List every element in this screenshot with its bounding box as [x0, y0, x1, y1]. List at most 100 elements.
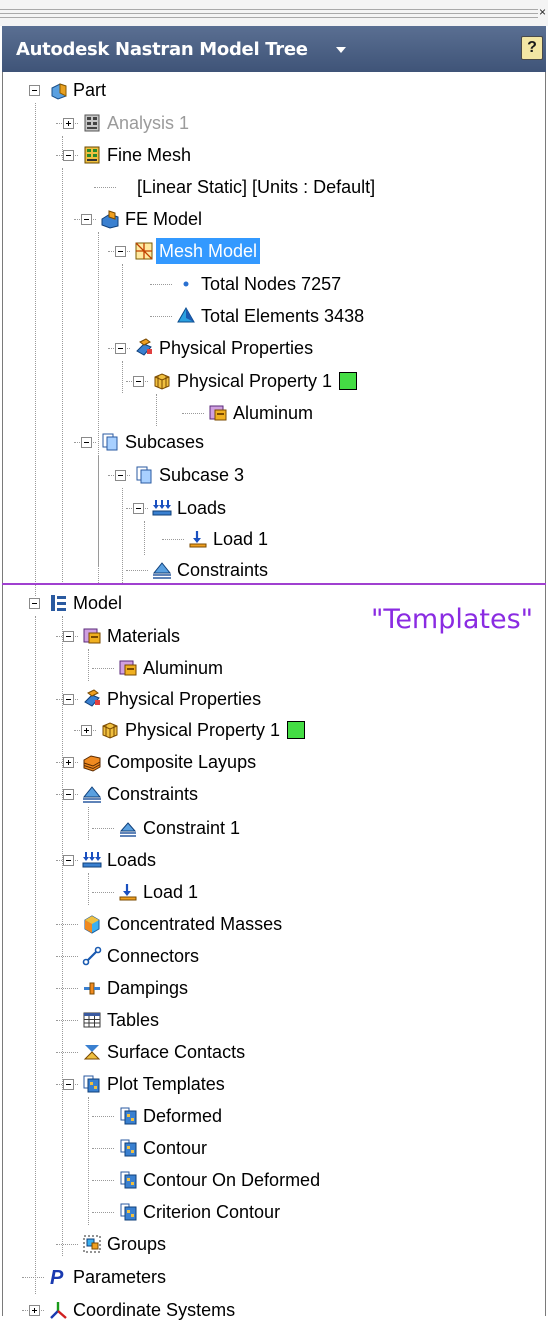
tree-node-label[interactable]: Composite Layups: [104, 749, 259, 775]
tree-node[interactable]: Connectors: [82, 941, 202, 971]
tree-node-label[interactable]: Load 1: [140, 879, 201, 905]
tree-node[interactable]: [Linear Static] [Units : Default]: [120, 172, 378, 202]
tree-node[interactable]: Composite Layups: [82, 747, 259, 777]
tree-node-label[interactable]: Subcases: [122, 429, 207, 455]
tree-node[interactable]: Load 1: [188, 524, 271, 554]
tree-node-label[interactable]: Coordinate Systems: [70, 1297, 238, 1323]
tree-node[interactable]: Constraints: [152, 555, 271, 585]
collapse-toggle[interactable]: [133, 376, 144, 387]
tree-node[interactable]: Aluminum: [208, 398, 316, 428]
tree-node[interactable]: Mesh Model: [134, 236, 261, 266]
tree-node-label[interactable]: Groups: [104, 1231, 169, 1257]
collapse-toggle[interactable]: [115, 343, 126, 354]
tree-node[interactable]: Physical Property 1: [100, 715, 306, 745]
tree-node-label[interactable]: Mesh Model: [156, 238, 261, 264]
collapse-toggle[interactable]: [63, 631, 74, 642]
tree-node-label[interactable]: Materials: [104, 623, 183, 649]
tree-node-label[interactable]: Total Elements 3438: [198, 303, 367, 329]
expand-toggle[interactable]: [63, 118, 74, 129]
tree-node[interactable]: Total Nodes 7257: [176, 269, 344, 299]
tree-node-label[interactable]: Model: [70, 590, 125, 616]
collapse-toggle[interactable]: [63, 150, 74, 161]
tree-node[interactable]: Constraints: [82, 779, 201, 809]
tree-node[interactable]: Tables: [82, 1005, 162, 1035]
tree-node[interactable]: Criterion Contour: [118, 1197, 283, 1227]
tree-node[interactable]: Constraint 1: [118, 813, 243, 843]
tree-node[interactable]: Contour On Deformed: [118, 1165, 323, 1195]
tree-node-label[interactable]: Subcase 3: [156, 462, 247, 488]
collapse-toggle[interactable]: [29, 85, 40, 96]
tree-node[interactable]: Loads: [82, 845, 159, 875]
tree-node-label[interactable]: Plot Templates: [104, 1071, 228, 1097]
tree-node-label[interactable]: FE Model: [122, 206, 205, 232]
tree-node[interactable]: Plot Templates: [82, 1069, 228, 1099]
tree-node-label[interactable]: Physical Property 1: [122, 717, 283, 743]
tree-node[interactable]: Physical Properties: [82, 684, 264, 714]
collapse-toggle[interactable]: [63, 1079, 74, 1090]
collapse-toggle[interactable]: [115, 246, 126, 257]
tree-node[interactable]: Part: [48, 75, 109, 105]
tree-node-label[interactable]: Loads: [174, 495, 229, 521]
tree-node-label[interactable]: Constraint 1: [140, 815, 243, 841]
tree-node[interactable]: Surface Contacts: [82, 1037, 248, 1067]
collapse-toggle[interactable]: [133, 503, 144, 514]
tree-node-label[interactable]: Contour: [140, 1135, 210, 1161]
tree-node-label[interactable]: Analysis 1: [104, 110, 192, 136]
tree-node[interactable]: Fine Mesh: [82, 140, 194, 170]
tree-node[interactable]: Materials: [82, 621, 183, 651]
collapse-toggle[interactable]: [63, 789, 74, 800]
tree-node-label[interactable]: Part: [70, 77, 109, 103]
tree-node-label[interactable]: Concentrated Masses: [104, 911, 285, 937]
tree-node-label[interactable]: Aluminum: [140, 655, 226, 681]
tree-node[interactable]: Contour: [118, 1133, 210, 1163]
tree-node[interactable]: Model: [48, 588, 125, 618]
collapse-toggle[interactable]: [81, 214, 92, 225]
tree-node-label[interactable]: Physical Properties: [156, 335, 316, 361]
tree-node-label[interactable]: Constraints: [104, 781, 201, 807]
tree-node[interactable]: Subcase 3: [134, 460, 247, 490]
tree-node[interactable]: P Parameters: [48, 1262, 169, 1292]
collapse-toggle[interactable]: [81, 437, 92, 448]
tree-node-label[interactable]: Physical Property 1: [174, 368, 335, 394]
expand-toggle[interactable]: [29, 1305, 40, 1316]
tree-node[interactable]: Deformed: [118, 1101, 225, 1131]
tree-node[interactable]: Concentrated Masses: [82, 909, 285, 939]
tree-node[interactable]: Load 1: [118, 877, 201, 907]
tree-node[interactable]: Loads: [152, 493, 229, 523]
tree-node-label[interactable]: Fine Mesh: [104, 142, 194, 168]
collapse-toggle[interactable]: [29, 598, 40, 609]
tree-node[interactable]: Subcases: [100, 427, 207, 457]
tree-node-label[interactable]: Contour On Deformed: [140, 1167, 323, 1193]
collapse-toggle[interactable]: [63, 694, 74, 705]
tree-node-label[interactable]: Constraints: [174, 557, 271, 583]
tree-node-label[interactable]: Surface Contacts: [104, 1039, 248, 1065]
tree-node[interactable]: Coordinate Systems: [48, 1295, 238, 1325]
tree-node[interactable]: Aluminum: [118, 653, 226, 683]
tree-node[interactable]: Dampings: [82, 973, 191, 1003]
tree-node-label[interactable]: Dampings: [104, 975, 191, 1001]
expand-toggle[interactable]: [81, 725, 92, 736]
tree-connector-line: [122, 361, 123, 393]
tree-node-label[interactable]: Tables: [104, 1007, 162, 1033]
tree-node-label[interactable]: Connectors: [104, 943, 202, 969]
collapse-toggle[interactable]: [115, 470, 126, 481]
expand-toggle[interactable]: [63, 757, 74, 768]
tree-node-label[interactable]: Physical Properties: [104, 686, 264, 712]
tree-node[interactable]: Analysis 1: [82, 108, 192, 138]
tree-node-label[interactable]: Parameters: [70, 1264, 169, 1290]
tree-node[interactable]: Groups: [82, 1229, 169, 1259]
tree-node-label[interactable]: Aluminum: [230, 400, 316, 426]
tree-node[interactable]: FE Model: [100, 204, 205, 234]
subcases-icon: [136, 466, 152, 484]
tree-node-label[interactable]: Loads: [104, 847, 159, 873]
tree-node-label[interactable]: [Linear Static] [Units : Default]: [134, 174, 378, 200]
tree-node[interactable]: Total Elements 3438: [176, 301, 367, 331]
tree-node-label[interactable]: Deformed: [140, 1103, 225, 1129]
tree-node[interactable]: Physical Properties: [134, 333, 316, 363]
tree-node-label[interactable]: Total Nodes 7257: [198, 271, 344, 297]
tree-node[interactable]: Physical Property 1: [152, 366, 358, 396]
tree-node-label[interactable]: Load 1: [210, 526, 271, 552]
tree-node-label[interactable]: Criterion Contour: [140, 1199, 283, 1225]
model-tree[interactable]: Part Analysis 1 Fine Mesh [Linear Static] […: [0, 0, 548, 1320]
collapse-toggle[interactable]: [63, 855, 74, 866]
